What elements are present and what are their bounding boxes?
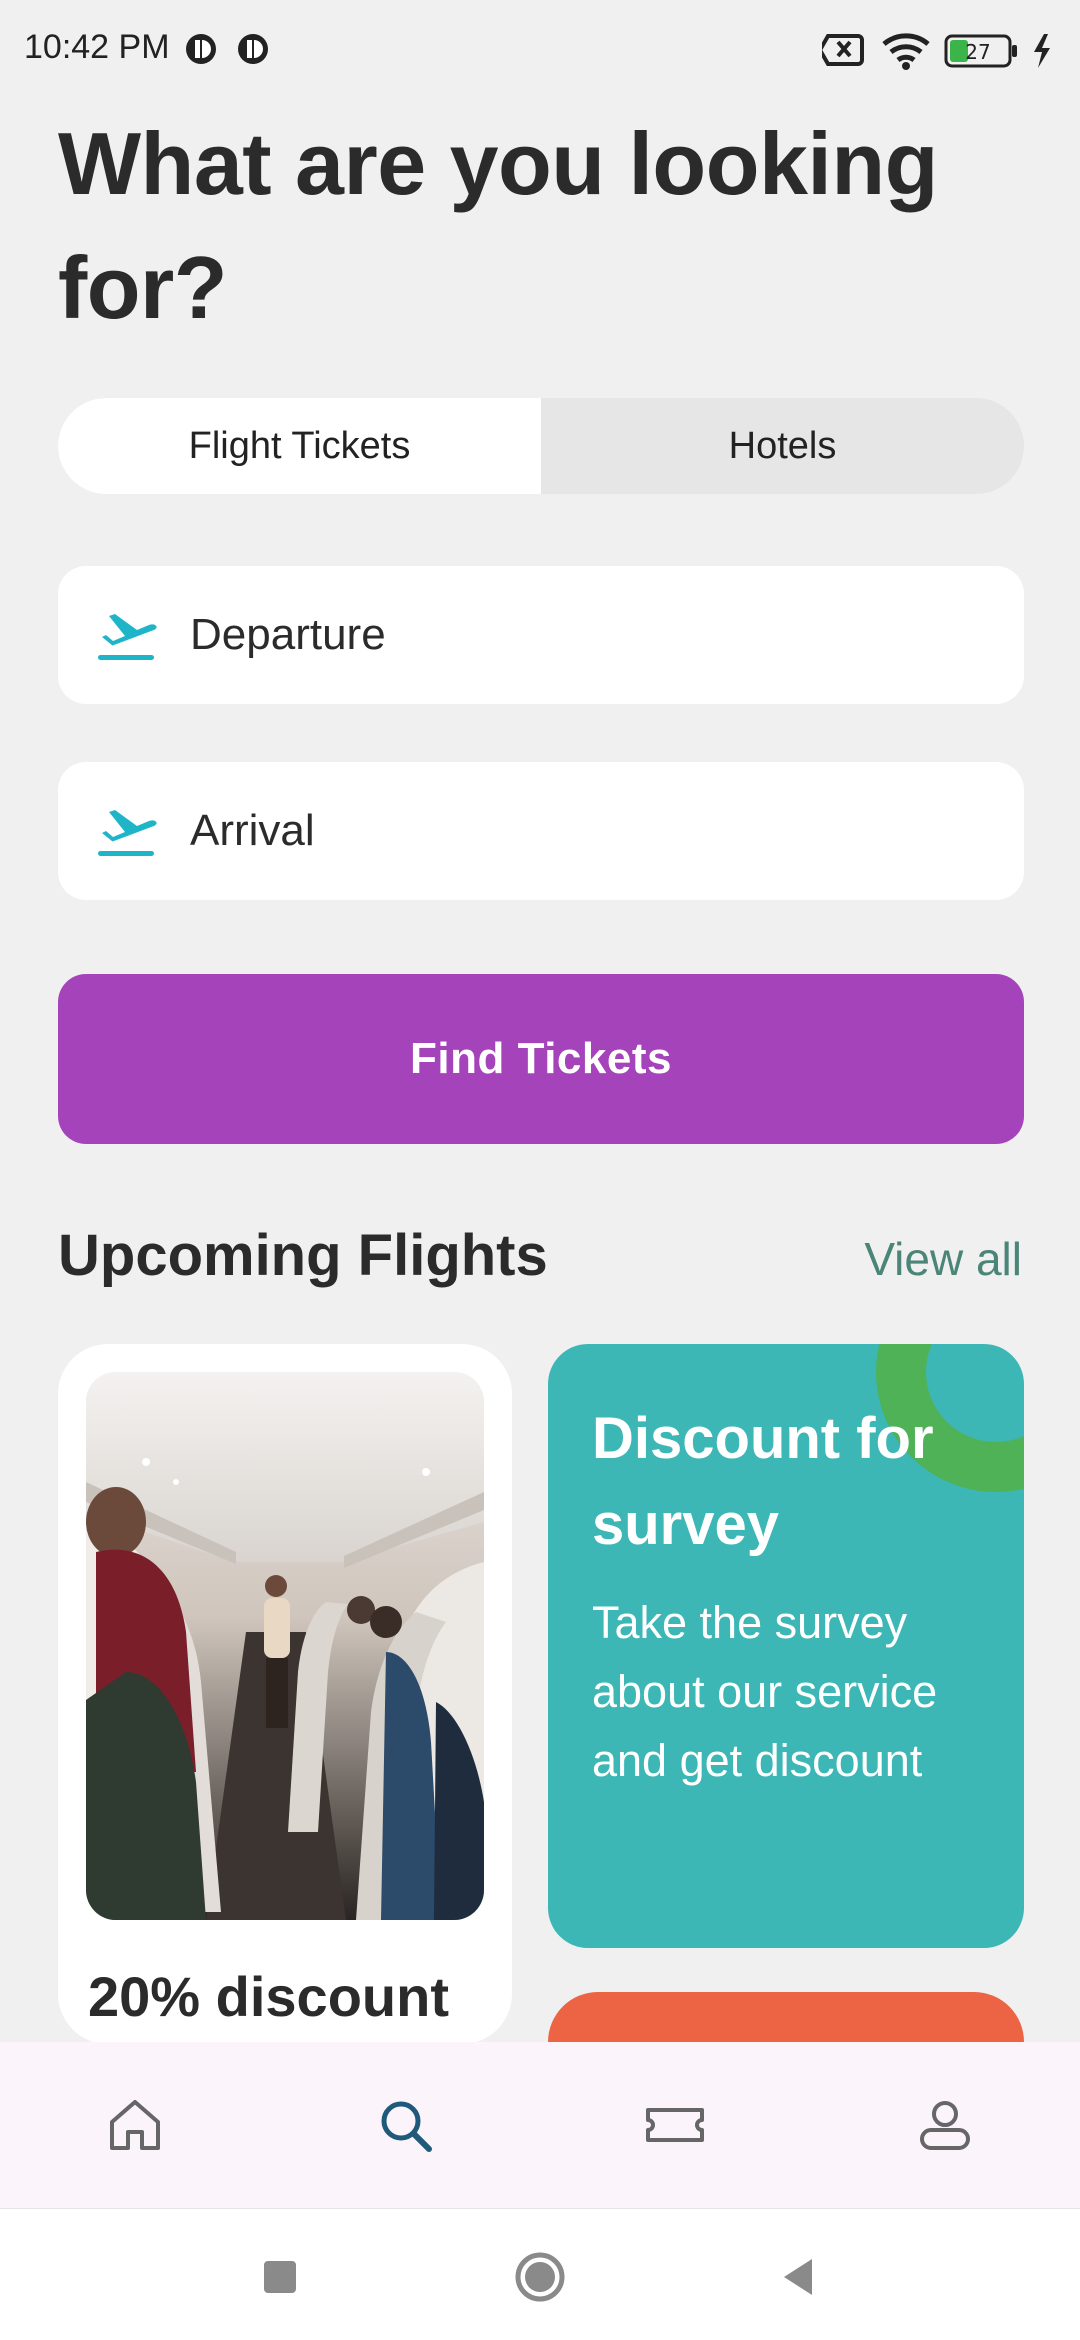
plane-takeoff-icon — [98, 614, 157, 660]
nav-home[interactable] — [0, 2042, 270, 2208]
departure-field[interactable]: Departure — [58, 566, 1024, 704]
status-icons: 27 — [822, 33, 1050, 70]
nav-tickets[interactable] — [540, 2042, 810, 2208]
charging-icon — [1034, 34, 1050, 68]
profile-icon — [920, 2101, 970, 2150]
nav-profile[interactable] — [810, 2042, 1080, 2208]
arrival-label: Arrival — [190, 806, 315, 855]
status-bar: 10:42 PM 27 — [0, 0, 1080, 100]
search-icon — [381, 2101, 432, 2152]
flight-image — [86, 1372, 484, 1920]
tab-flight-tickets[interactable]: Flight Tickets — [58, 398, 541, 494]
wifi-icon — [882, 33, 930, 70]
status-time: 10:42 PM — [24, 28, 170, 66]
arrival-field[interactable]: Arrival — [58, 762, 1024, 900]
tab-bar: Flight Tickets Hotels — [58, 398, 1024, 494]
notification-icon — [186, 34, 216, 64]
flight-card-title: 20% discount — [88, 1965, 449, 2028]
recent-apps-button[interactable] — [252, 2249, 308, 2305]
survey-card-description: Take the survey about our service and ge… — [592, 1597, 938, 1786]
system-nav-bar — [0, 2208, 1080, 2340]
survey-card[interactable]: Discount for survey Take the survey abou… — [548, 1344, 1024, 1948]
home-icon — [110, 2100, 160, 2150]
battery-icon: 27 — [944, 34, 1017, 68]
ticket-icon — [646, 2108, 704, 2142]
departure-label: Departure — [190, 610, 386, 659]
battery-level: 27 — [965, 40, 990, 64]
section-title: Upcoming Flights — [58, 1223, 548, 1288]
survey-card-title: Discount for survey — [592, 1406, 934, 1557]
page-title: What are you looking for? — [58, 114, 938, 337]
flight-card[interactable]: 20% discount — [58, 1344, 512, 2044]
home-button[interactable] — [512, 2249, 568, 2305]
view-all-link[interactable]: View all — [864, 1232, 1022, 1286]
sim-off-icon — [822, 34, 864, 66]
screen: 10:42 PM 27 What are you looking for? Fl… — [0, 0, 1080, 2340]
tab-hotels[interactable]: Hotels — [541, 398, 1024, 494]
back-button[interactable] — [770, 2249, 826, 2305]
notification-icon — [238, 34, 268, 64]
plane-takeoff-icon — [98, 810, 157, 856]
find-tickets-button[interactable]: Find Tickets — [58, 974, 1024, 1144]
nav-search[interactable] — [270, 2042, 540, 2208]
bottom-nav — [0, 2042, 1080, 2208]
